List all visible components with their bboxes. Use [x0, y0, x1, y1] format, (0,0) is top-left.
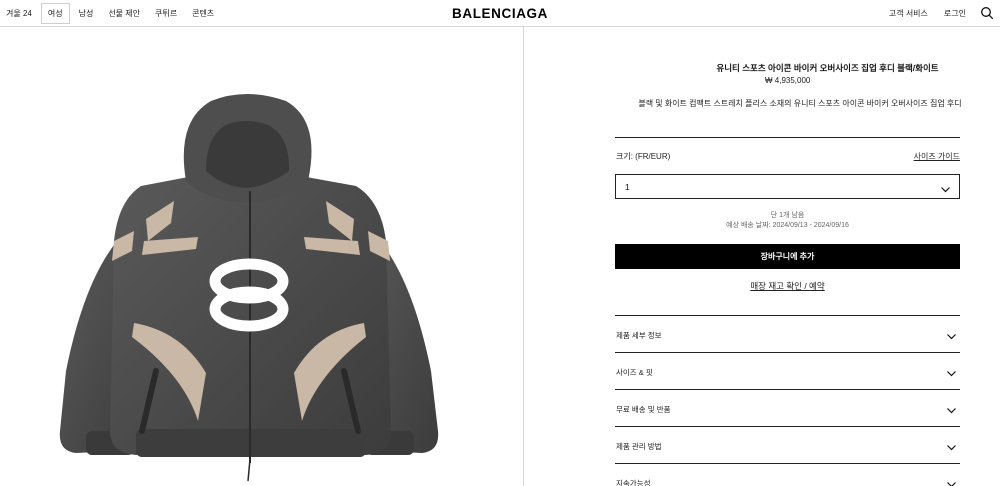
product-image[interactable] [46, 91, 456, 486]
nav-item-women[interactable]: 여성 [41, 3, 70, 24]
stock-left-text: 단 1개 남음 [615, 211, 960, 221]
nav-item-winter24[interactable]: 겨울 24 [6, 4, 38, 23]
chevron-down-icon [946, 329, 957, 340]
size-guide-link[interactable]: 사이즈 가이드 [914, 151, 960, 162]
chevron-down-icon [946, 403, 957, 414]
accordion-label: 지속가능성 [616, 478, 651, 486]
accordion-label: 제품 관리 방법 [616, 441, 662, 452]
size-label: 크기: (FR/EUR) [616, 151, 670, 162]
accordion-label: 제품 세부 정보 [616, 330, 662, 341]
chevron-down-icon [946, 366, 957, 377]
store-stock-link[interactable]: 매장 재고 확인 / 예약 [615, 280, 960, 292]
chevron-down-icon [946, 477, 957, 486]
product-title: 유니티 스포츠 아이콘 바이커 오버사이즈 집업 후디 블랙/화이트 [615, 62, 1000, 74]
stock-info: 단 1개 남음 예상 배송 날짜: 2024/09/13 - 2024/09/1… [615, 211, 960, 231]
product-price: ₩ 4,935,000 [765, 76, 810, 85]
brand-logo[interactable]: BALENCIAGA [452, 6, 548, 21]
login-link[interactable]: 로그인 [938, 4, 972, 23]
nav-item-content[interactable]: 콘텐츠 [186, 4, 220, 23]
nav-item-men[interactable]: 남성 [73, 4, 100, 23]
search-icon[interactable] [980, 6, 994, 20]
site-header: 겨울 24 여성 남성 선물 제안 쿠튀르 콘텐츠 BALENCIAGA 고객 … [0, 0, 1000, 27]
product-description: 블랙 및 화이트 컴팩트 스트레치 플리스 소재의 유니티 스포츠 아이콘 바이… [625, 97, 975, 110]
main-nav: 겨울 24 여성 남성 선물 제안 쿠튀르 콘텐츠 [6, 0, 223, 26]
product-details: 유니티 스포츠 아이콘 바이커 오버사이즈 집업 후디 블랙/화이트 ₩ 4,9… [525, 27, 1000, 486]
customer-service-link[interactable]: 고객 서비스 [883, 4, 934, 23]
accordion-care[interactable]: 제품 관리 방법 [615, 426, 960, 463]
accordion-sustainability[interactable]: 지속가능성 [615, 463, 960, 486]
size-select-value: 1 [625, 182, 630, 192]
divider [615, 137, 960, 138]
product-image-panel [0, 27, 524, 486]
accordion-product-details[interactable]: 제품 세부 정보 [615, 315, 960, 352]
nav-item-gifts[interactable]: 선물 제안 [102, 4, 146, 23]
add-to-cart-button[interactable]: 장바구니에 추가 [615, 244, 960, 269]
chevron-down-icon [940, 182, 951, 193]
utility-nav: 고객 서비스 로그인 [883, 0, 994, 26]
accordion-label: 사이즈 & 핏 [616, 367, 653, 378]
chevron-down-icon [946, 440, 957, 451]
accordion-size-fit[interactable]: 사이즈 & 핏 [615, 352, 960, 389]
accordion-shipping-returns[interactable]: 무료 배송 및 반품 [615, 389, 960, 426]
size-select[interactable]: 1 [615, 174, 960, 199]
nav-item-couture[interactable]: 쿠튀르 [149, 4, 183, 23]
accordion-label: 무료 배송 및 반품 [616, 404, 671, 415]
delivery-estimate: 예상 배송 날짜: 2024/09/13 - 2024/09/16 [615, 221, 960, 231]
